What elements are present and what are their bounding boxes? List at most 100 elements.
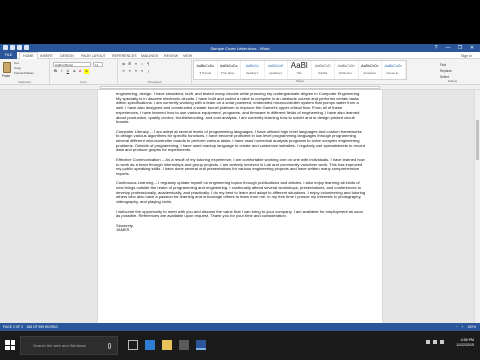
justify-button[interactable]: ≡ (140, 69, 145, 74)
screen: Sample Cover Letter.docx - Word ? — ❐ ✕ … (0, 0, 480, 360)
style-name: ¶ No Spac... (221, 71, 237, 75)
font-size-select[interactable]: 11 (93, 62, 103, 67)
italic-button[interactable]: I (59, 69, 64, 74)
word-count[interactable]: 548 OF 599 WORDS (27, 325, 58, 329)
tab-view[interactable]: VIEW (183, 54, 192, 58)
style-normal[interactable]: AaBbCcDc ¶ Normal (194, 61, 218, 79)
title-bar: Sample Cover Letter.docx - Word ? — ❐ ✕ (0, 44, 480, 52)
multilevel-list-button[interactable]: ≡ (133, 62, 138, 67)
paragraph-label: Paragraph (147, 80, 162, 84)
notifications-icon[interactable] (440, 340, 444, 344)
store-icon[interactable] (179, 340, 189, 350)
font-name-select[interactable]: Calibri (Body) (53, 62, 91, 67)
status-right: − + 100% (456, 323, 476, 331)
document-body[interactable]: engineering, design. I have simulated, b… (116, 91, 366, 233)
paste-button[interactable]: Paste (2, 74, 10, 78)
style-no-spacing[interactable]: AaBbCcDc ¶ No Spac... (218, 61, 241, 79)
copy-button[interactable]: Copy (14, 66, 21, 70)
style-title[interactable]: AaBl Title (288, 61, 312, 79)
style-subtle-emphasis[interactable]: AaBbCcDc Subtle Em... (335, 61, 359, 79)
align-left-button[interactable]: ≡ (121, 69, 126, 74)
close-button[interactable]: ✕ (466, 44, 478, 52)
help-button[interactable]: ? (430, 44, 442, 52)
numbering-button[interactable]: ☰ (127, 62, 132, 67)
bold-button[interactable]: B (53, 69, 58, 74)
style-name: ¶ Normal (199, 71, 211, 75)
zoom-out-icon[interactable]: − (456, 323, 458, 331)
paragraph: Computer Literacy -- I am adept at sever… (116, 128, 366, 153)
styles-gallery: AaBbCcDc ¶ Normal AaBbCcDc ¶ No Spac... Aa… (193, 60, 407, 80)
tab-review[interactable]: REVIEW (164, 54, 178, 58)
network-icon[interactable] (426, 340, 430, 344)
sign-in-link[interactable]: Sign in (461, 54, 472, 58)
style-name: Title (296, 71, 302, 75)
restore-button[interactable]: ❐ (454, 44, 466, 52)
document-canvas: engineering, design. I have simulated, b… (0, 90, 480, 323)
tray-icons (426, 340, 444, 344)
style-preview: AaBbCcDc (360, 64, 379, 68)
taskbar: Search the web and Windows 4:58 PM 11/22… (0, 331, 480, 360)
signature: JAMES (116, 227, 130, 233)
sort-button[interactable]: ↕ (140, 62, 145, 67)
zoom-in-icon[interactable]: + (462, 323, 464, 331)
page-count[interactable]: PAGE 2 OF 2 (3, 325, 23, 329)
font-format-row: B I U a̶ A a (53, 69, 89, 74)
style-subtitle[interactable]: AaBbCcD Subtitle (312, 61, 335, 79)
windows-start-icon[interactable] (5, 340, 15, 350)
styles-label: Styles (295, 79, 305, 83)
status-left: PAGE 2 OF 2 548 OF 599 WORDS (3, 323, 58, 331)
style-heading-1[interactable]: AaBbCc Heading 1 (241, 61, 265, 79)
task-view-icon[interactable] (128, 340, 138, 350)
minimize-button[interactable]: — (442, 44, 454, 52)
status-bar: PAGE 2 OF 2 548 OF 599 WORDS − + 100% (0, 323, 480, 331)
paste-icon[interactable] (3, 62, 11, 73)
align-right-button[interactable]: ≡ (133, 69, 138, 74)
style-preview: AaBbCc (245, 64, 259, 68)
microphone-icon[interactable] (108, 343, 111, 349)
vertical-scrollbar[interactable] (474, 90, 480, 323)
clock-date[interactable]: 11/22/2015 (456, 343, 474, 348)
highlight-button[interactable]: a (83, 69, 89, 74)
show-marks-button[interactable]: ¶ (146, 62, 151, 67)
edge-icon[interactable] (145, 340, 155, 350)
paragraph: Effective Communication -- As a result o… (116, 156, 365, 176)
system-tray: 4:58 PM 11/22/2015 (426, 338, 474, 348)
style-emphasis[interactable]: AaBbCcDc Emphasis (359, 61, 382, 79)
underline-button[interactable]: U (65, 69, 70, 74)
style-name: Emphasis (363, 71, 376, 75)
tab-page-layout[interactable]: PAGE LAYOUT (81, 54, 106, 58)
cut-button[interactable]: Cut (14, 61, 19, 65)
tab-home[interactable]: HOME (19, 52, 38, 59)
scroll-thumb[interactable] (476, 120, 479, 160)
strikethrough-button[interactable]: a̶ (72, 69, 77, 74)
search-placeholder: Search the web and Windows (33, 343, 86, 348)
editing-group: Find Replace Select (440, 62, 452, 80)
tab-mailings[interactable]: MAILINGS (141, 54, 158, 58)
file-explorer-icon[interactable] (162, 340, 172, 350)
font-label: Font (80, 80, 87, 84)
tab-design[interactable]: DESIGN (60, 54, 74, 58)
style-preview: AaBbCcE (267, 64, 284, 68)
paragraph-align-row: ≡ ≡ ≡ ≡ ↨ (121, 69, 151, 74)
tab-insert[interactable]: INSERT (40, 54, 53, 58)
style-preview: AaBbCcDc (337, 64, 356, 68)
format-painter-button[interactable]: Format Painter (14, 71, 34, 75)
taskbar-search[interactable]: Search the web and Windows (20, 336, 118, 355)
center-button[interactable]: ≡ (127, 69, 132, 74)
word-taskbar-icon[interactable] (196, 340, 206, 350)
line-spacing-button[interactable]: ↨ (146, 69, 151, 74)
document-page[interactable]: engineering, design. I have simulated, b… (98, 90, 382, 323)
tab-file[interactable]: FILE (0, 52, 17, 59)
paragraph: engineering, design. I have simulated, b… (116, 91, 361, 125)
window-controls: ? — ❐ ✕ (430, 44, 478, 52)
zoom-level[interactable]: 100% (468, 323, 476, 331)
style-name: Subtle Em... (338, 71, 354, 75)
tab-references[interactable]: REFERENCES (112, 54, 137, 58)
volume-icon[interactable] (433, 340, 437, 344)
style-intense-emphasis[interactable]: AaBbCcDc Intense E... (382, 61, 406, 79)
style-heading-2[interactable]: AaBbCcE Heading 2 (265, 61, 288, 79)
text-color-button[interactable]: A (78, 69, 83, 74)
ruler-track (100, 86, 380, 89)
font-group: Calibri (Body) 11 B I U a̶ A a Font (50, 59, 118, 85)
bullets-button[interactable]: ≔ (121, 62, 126, 67)
